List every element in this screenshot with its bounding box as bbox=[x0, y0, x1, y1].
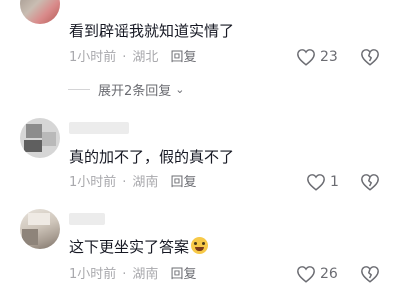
broken-heart-icon bbox=[361, 49, 379, 66]
comment-meta: 1小时前 · 湖北 回复 bbox=[69, 50, 197, 65]
avatar[interactable] bbox=[20, 118, 60, 158]
expand-replies-label: 展开2条回复 bbox=[98, 84, 172, 99]
like-button[interactable]: 26 bbox=[296, 265, 338, 283]
dislike-button[interactable] bbox=[360, 48, 380, 70]
heart-icon bbox=[297, 266, 315, 283]
comment-meta: 1小时前 · 湖南 回复 bbox=[69, 267, 197, 282]
reply-button[interactable]: 回复 bbox=[170, 175, 196, 190]
avatar[interactable] bbox=[20, 0, 60, 24]
divider bbox=[68, 89, 90, 90]
heart-icon bbox=[297, 49, 315, 66]
broken-heart-icon bbox=[361, 174, 379, 191]
comment-text: 看到辟谣我就知道实情了 bbox=[69, 22, 235, 40]
laughing-tears-emoji bbox=[191, 237, 209, 254]
comment-location: 湖南 bbox=[132, 175, 159, 190]
comment-meta: 1小时前 · 湖南 回复 bbox=[69, 175, 197, 190]
reply-button[interactable]: 回复 bbox=[170, 50, 196, 65]
dislike-button[interactable] bbox=[360, 173, 380, 195]
comment-text: 真的加不了，假的真不了 bbox=[69, 148, 235, 166]
avatar[interactable] bbox=[20, 209, 60, 249]
broken-heart-icon bbox=[361, 266, 379, 283]
comment-time: 1小时前 bbox=[69, 175, 117, 190]
comment-text: 这下更坐实了答案 bbox=[69, 237, 209, 257]
like-button[interactable]: 1 bbox=[306, 173, 339, 191]
heart-icon bbox=[307, 174, 325, 191]
username-blurred[interactable] bbox=[69, 213, 105, 225]
like-count: 1 bbox=[330, 174, 339, 190]
username-blurred[interactable] bbox=[69, 122, 129, 134]
chevron-down-icon: ⌄ bbox=[175, 83, 185, 96]
comment-time: 1小时前 bbox=[69, 50, 117, 65]
dislike-button[interactable] bbox=[360, 265, 380, 287]
expand-replies-button[interactable]: 展开2条回复 ⌄ bbox=[68, 80, 332, 99]
comment-location: 湖北 bbox=[132, 50, 159, 65]
comment-text-content: 这下更坐实了答案 bbox=[69, 238, 190, 256]
like-button[interactable]: 23 bbox=[296, 48, 338, 66]
like-count: 23 bbox=[320, 49, 338, 65]
